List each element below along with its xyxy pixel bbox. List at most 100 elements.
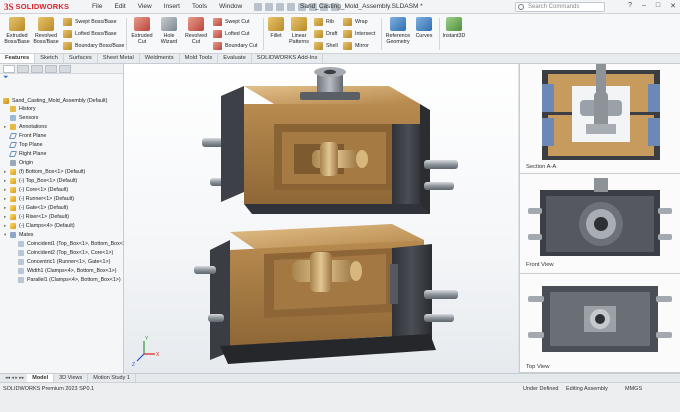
- solidworks-logo[interactable]: 3S SOLIDWORKS: [0, 2, 86, 12]
- hole-wizard-button[interactable]: Hole Wizard: [157, 17, 181, 45]
- tab-weldments[interactable]: Weldments: [140, 54, 180, 63]
- save-icon[interactable]: [276, 2, 285, 11]
- boundary-boss-button[interactable]: Boundary Boss/Base: [63, 41, 124, 51]
- section-view-panel[interactable]: Section A-A: [520, 64, 680, 174]
- mate-item[interactable]: Parallel1 (Clamps<4>, Bottom_Box<1>): [18, 276, 121, 284]
- tree-item[interactable]: Front Plane: [4, 132, 46, 140]
- swept-cut-button[interactable]: Swept Cut: [213, 17, 249, 27]
- tree-expander-icon[interactable]: ▸: [4, 205, 9, 211]
- part-icon: [10, 214, 16, 220]
- mate-item[interactable]: Coincident1 (Top_Box<1>, Bottom_Box<1>): [18, 240, 131, 248]
- lofted-cut-button[interactable]: Lofted Cut: [213, 29, 249, 39]
- revolved-boss-button[interactable]: Revolved Boss/Base: [32, 17, 60, 45]
- mate-item[interactable]: Concentric1 (Runner<1>, Gate<1>): [18, 258, 110, 266]
- revolved-cut-button[interactable]: Revolved Cut: [183, 17, 209, 45]
- lofted-boss-button[interactable]: Lofted Boss/Base: [63, 29, 117, 39]
- print-icon[interactable]: [287, 2, 296, 11]
- tree-expander-icon[interactable]: ▸: [4, 223, 9, 229]
- intersect-icon: [343, 30, 352, 38]
- graphics-viewport[interactable]: Y X Z: [124, 64, 518, 373]
- rib-button[interactable]: Rib: [314, 17, 334, 27]
- tab-features[interactable]: Features: [0, 54, 36, 63]
- tree-expander-icon[interactable]: ▸: [4, 178, 9, 184]
- property-manager-tab-icon[interactable]: [17, 64, 29, 73]
- tree-item[interactable]: ▸ (f) Bottom_Box<1> (Default): [4, 168, 85, 176]
- tree-expander-icon[interactable]: ▾: [4, 232, 9, 238]
- tab-scroll-arrows-icon[interactable]: ◂◂ ◂ ▸ ▸▸: [2, 375, 27, 381]
- display-manager-tab-icon[interactable]: [59, 64, 71, 73]
- new-icon[interactable]: [254, 2, 263, 11]
- front-view-panel[interactable]: Front View: [520, 174, 680, 274]
- tree-expander-icon[interactable]: ▸: [4, 187, 9, 193]
- boundary-cut-button[interactable]: Boundary Cut: [213, 41, 257, 51]
- tab-3d-views[interactable]: 3D Views: [54, 374, 89, 382]
- intersect-button[interactable]: Intersect: [343, 29, 375, 39]
- top-view-panel[interactable]: Top View: [520, 274, 680, 373]
- dimxpert-tab-icon[interactable]: [45, 64, 57, 73]
- menu-view[interactable]: View: [132, 3, 158, 10]
- extruded-boss-button[interactable]: Extruded Boss/Base: [4, 17, 30, 45]
- menu-insert[interactable]: Insert: [158, 3, 186, 10]
- fillet-button[interactable]: Fillet: [266, 17, 286, 39]
- tree-item[interactable]: ▸ (-) Top_Box<1> (Default): [4, 177, 77, 185]
- tree-expander-icon[interactable]: ▸: [4, 196, 9, 202]
- tree-item[interactable]: ▸ (-) Runner<1> (Default): [4, 195, 74, 203]
- configuration-manager-tab-icon[interactable]: [31, 64, 43, 73]
- tree-item[interactable]: Sensors: [4, 114, 38, 122]
- help-icon[interactable]: ?: [628, 2, 632, 10]
- tab-sketch[interactable]: Sketch: [35, 54, 64, 63]
- revolved-boss-icon: [38, 17, 54, 31]
- tab-model[interactable]: Model: [27, 374, 55, 382]
- tab-evaluate[interactable]: Evaluate: [218, 54, 252, 63]
- shell-button[interactable]: Shell: [314, 41, 338, 51]
- linear-pattern-button[interactable]: Linear Patterns: [288, 17, 310, 45]
- tree-expander-icon[interactable]: ▸: [4, 124, 9, 130]
- tab-mold-tools[interactable]: Mold Tools: [180, 54, 219, 63]
- filter-icon[interactable]: ⏷: [0, 74, 123, 84]
- tab-motion-study[interactable]: Motion Study 1: [88, 374, 136, 382]
- plane-icon: [8, 151, 18, 157]
- brand-name: SOLIDWORKS: [15, 2, 70, 11]
- minimize-icon[interactable]: –: [642, 2, 646, 10]
- tree-item[interactable]: ▾ Mates: [4, 231, 33, 239]
- menu-edit[interactable]: Edit: [108, 3, 131, 10]
- section-view-label: Section A-A: [526, 164, 557, 170]
- tab-sheet-metal[interactable]: Sheet Metal: [98, 54, 140, 63]
- menu-file[interactable]: File: [86, 3, 108, 10]
- tree-item[interactable]: ▸ Annotations: [4, 123, 47, 131]
- tree-item[interactable]: ▸ (-) Core<1> (Default): [4, 186, 68, 194]
- tree-item[interactable]: Origin: [4, 159, 33, 167]
- svg-text:X: X: [156, 352, 160, 358]
- tree-item[interactable]: ▸ (-) Gate<1> (Default): [4, 204, 68, 212]
- menu-tools[interactable]: Tools: [186, 3, 213, 10]
- tab-add-ins[interactable]: SOLIDWORKS Add-Ins: [252, 54, 324, 63]
- tree-item[interactable]: Top Plane: [4, 141, 43, 149]
- curves-button[interactable]: Curves: [414, 17, 434, 39]
- instant3d-button[interactable]: Instant3D: [442, 17, 466, 39]
- mate-item[interactable]: Coincident2 (Top_Box<1>, Core<1>): [18, 249, 113, 257]
- maximize-icon[interactable]: □: [656, 2, 660, 10]
- menu-window[interactable]: Window: [213, 3, 248, 10]
- tree-root-assembly[interactable]: Sand_Casting_Mold_Assembly (Default): [3, 97, 107, 105]
- tree-item[interactable]: ▸ (-) Clamps<4> (Default): [4, 222, 75, 230]
- wrap-button[interactable]: Wrap: [343, 17, 368, 27]
- reference-geometry-button[interactable]: Reference Geometry: [384, 17, 412, 45]
- units-selector[interactable]: MMGS: [625, 386, 642, 392]
- tree-item[interactable]: History: [4, 105, 35, 113]
- open-icon[interactable]: [265, 2, 274, 11]
- ribbon-separator: [126, 18, 127, 50]
- tree-item[interactable]: ▸ (-) Riser<1> (Default): [4, 213, 69, 221]
- tree-expander-icon[interactable]: ▸: [4, 169, 9, 175]
- draft-button[interactable]: Draft: [314, 29, 337, 39]
- mirror-button[interactable]: Mirror: [343, 41, 369, 51]
- tab-surfaces[interactable]: Surfaces: [64, 54, 98, 63]
- extruded-cut-button[interactable]: Extruded Cut: [129, 17, 155, 45]
- swept-boss-button[interactable]: Swept Boss/Base: [63, 17, 117, 27]
- mate-item[interactable]: Width1 (Clamps<4>, Bottom_Box<1>): [18, 267, 117, 275]
- feature-manager-tab-icon[interactable]: [3, 64, 15, 73]
- tree-item[interactable]: Right Plane: [4, 150, 46, 158]
- mate-icon: [18, 250, 24, 256]
- search-commands-input[interactable]: Search Commands: [515, 2, 605, 12]
- close-icon[interactable]: ✕: [670, 2, 676, 10]
- tree-expander-icon[interactable]: ▸: [4, 214, 9, 220]
